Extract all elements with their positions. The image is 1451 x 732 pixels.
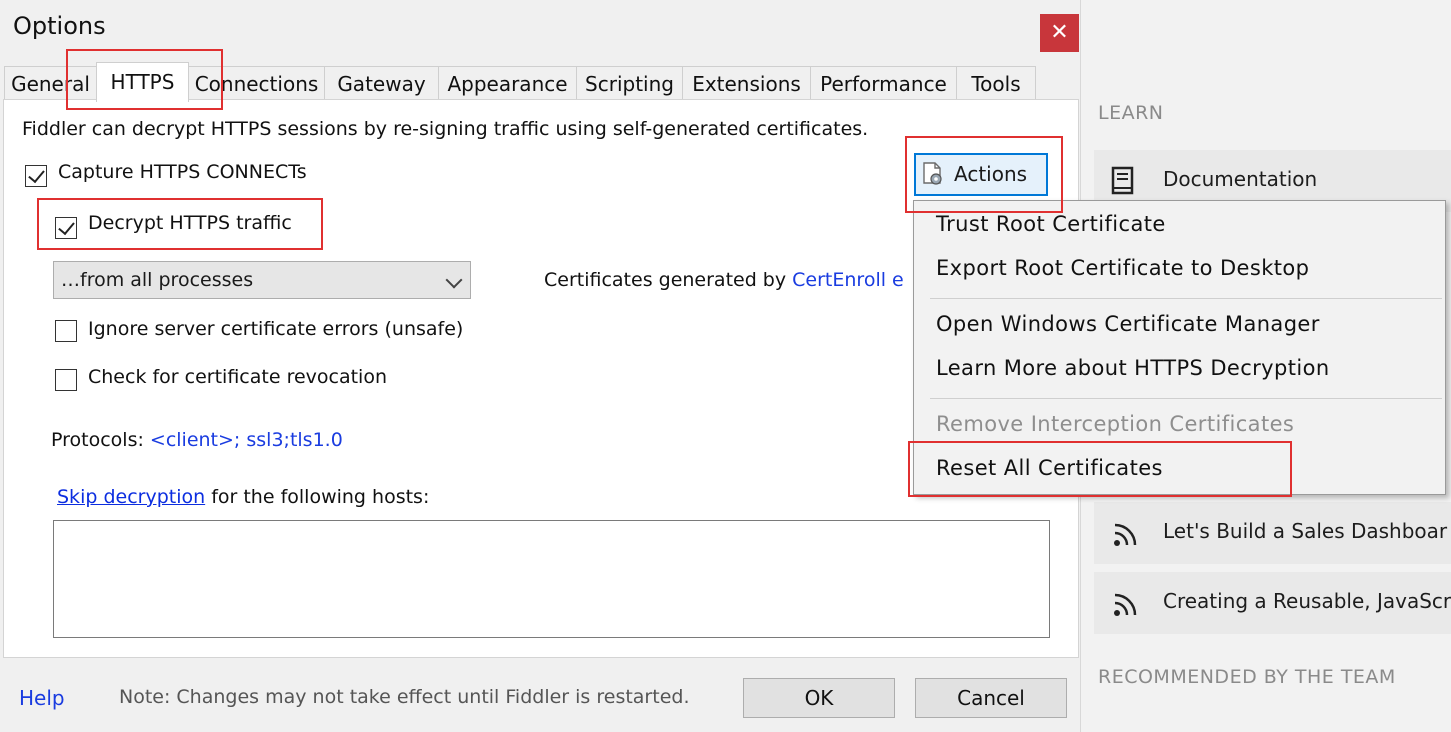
decrypt-traffic-checkbox[interactable] [55,217,77,239]
dialog-title: Options [13,12,106,40]
tab-connections[interactable]: Connections [188,66,325,101]
tab-appearance[interactable]: Appearance [438,66,577,101]
ok-button[interactable]: OK [743,678,895,718]
tab-strip: General HTTPS Connections Gateway Appear… [0,62,1080,102]
feed-item-label: Let's Build a Sales Dashboar [1163,519,1448,543]
process-filter-value: …from all processes [61,269,254,291]
rss-icon [1114,593,1137,616]
menu-item-remove-interception-certificates: Remove Interception Certificates [936,412,1295,436]
protocols-link[interactable]: <client>; ssl3;tls1.0 [150,429,343,451]
tab-scripting[interactable]: Scripting [576,66,683,101]
menu-item-trust-root-certificate[interactable]: Trust Root Certificate [936,212,1166,236]
menu-separator [930,298,1442,299]
actions-menu: Trust Root Certificate Export Root Certi… [913,200,1446,495]
check-revocation-checkbox[interactable] [55,369,77,391]
tab-general[interactable]: General [4,66,97,101]
https-description: Fiddler can decrypt HTTPS sessions by re… [22,118,869,140]
tab-https[interactable]: HTTPS [96,62,189,102]
ignore-cert-errors-label: Ignore server certificate errors (unsafe… [88,318,464,340]
menu-item-learn-more-https[interactable]: Learn More about HTTPS Decryption [936,356,1330,380]
help-link[interactable]: Help [19,686,65,710]
learn-section-title: LEARN [1098,102,1164,124]
skip-decryption-link[interactable]: Skip decryption [57,486,205,508]
capture-connects-label: Capture HTTPS CONNECTs [58,161,307,183]
skip-hosts-textarea[interactable] [53,520,1050,638]
skip-decryption-text: Skip decryption for the following hosts: [57,486,429,508]
cert-engine-link[interactable]: CertEnroll e [792,269,904,291]
chevron-down-icon [445,271,463,289]
rss-icon [1114,523,1137,546]
recommended-section-title: RECOMMENDED BY THE TEAM [1098,666,1396,688]
menu-item-export-root-certificate[interactable]: Export Root Certificate to Desktop [936,256,1309,280]
book-icon [1111,166,1134,195]
menu-item-reset-all-certificates[interactable]: Reset All Certificates [936,456,1163,480]
protocols-text: Protocols: <client>; ssl3;tls1.0 [51,429,343,451]
menu-item-open-certificate-manager[interactable]: Open Windows Certificate Manager [936,312,1320,336]
certificates-generated-prefix: Certificates generated by [544,269,793,291]
check-revocation-label: Check for certificate revocation [88,366,387,388]
decrypt-traffic-label: Decrypt HTTPS traffic [88,212,292,234]
gear-document-icon [923,162,942,185]
feed-item[interactable]: Let's Build a Sales Dashboar [1094,502,1451,564]
skip-decryption-rest: for the following hosts: [205,486,430,508]
restart-note: Note: Changes may not take effect until … [119,686,690,708]
cancel-button[interactable]: Cancel [915,678,1067,718]
tab-performance[interactable]: Performance [810,66,957,101]
feed-item[interactable]: Creating a Reusable, JavaScr [1094,572,1451,634]
protocols-label: Protocols: [51,429,150,451]
certificates-generated-text: Certificates generated by CertEnroll e [544,269,904,291]
tab-extensions[interactable]: Extensions [682,66,811,101]
close-button[interactable]: ✕ [1040,14,1079,52]
menu-separator [930,398,1442,399]
tab-gateway[interactable]: Gateway [324,66,439,101]
tab-tools[interactable]: Tools [956,66,1036,101]
actions-label: Actions [954,162,1028,186]
process-filter-select[interactable]: …from all processes [53,261,471,299]
ignore-cert-errors-checkbox[interactable] [55,320,77,342]
feed-item-label: Creating a Reusable, JavaScr [1163,589,1451,613]
capture-connects-checkbox[interactable] [25,165,47,187]
documentation-label: Documentation [1163,167,1318,191]
actions-button[interactable]: Actions [914,153,1048,196]
